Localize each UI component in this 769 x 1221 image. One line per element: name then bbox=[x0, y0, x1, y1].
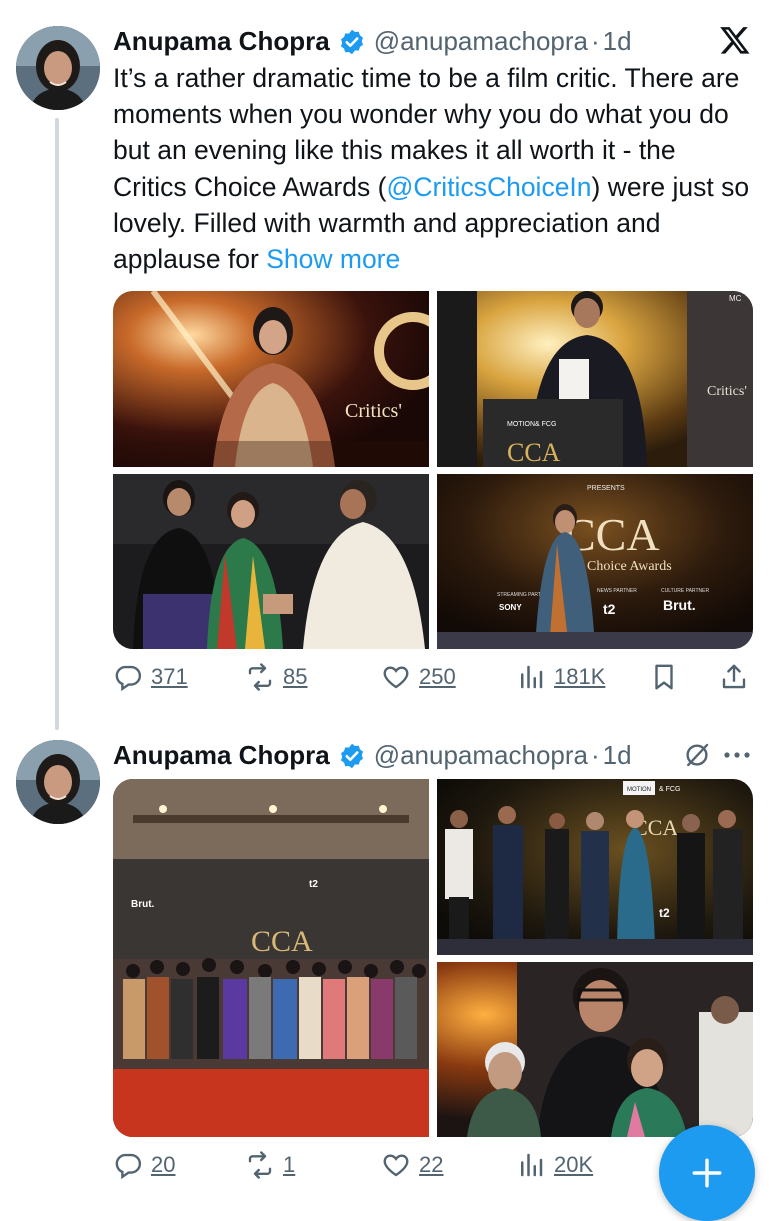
photo-text-mc: MC bbox=[729, 294, 742, 303]
author-handle[interactable]: @anupamachopra bbox=[374, 26, 588, 57]
author-handle[interactable]: @anupamachopra bbox=[374, 740, 588, 771]
like-count: 22 bbox=[419, 1152, 444, 1177]
compose-plus-icon bbox=[692, 1158, 722, 1188]
tweet-photo-6[interactable]: MOTION & FCG CCA t2 bbox=[437, 779, 753, 955]
tweet-photo-5[interactable]: Brut. t2 CCA bbox=[113, 779, 429, 1137]
views-button[interactable]: 20K bbox=[516, 1150, 593, 1180]
photo-text-cca: CCA bbox=[507, 438, 561, 467]
reply-count: 371 bbox=[151, 664, 188, 689]
like-count: 250 bbox=[419, 664, 456, 689]
like-button[interactable]: 250 bbox=[381, 662, 456, 692]
photo-text-motion-2: MOTION bbox=[627, 787, 651, 793]
tweet-header: Anupama Chopra @anupamachopra · 1d bbox=[113, 740, 632, 771]
bookmark-button[interactable] bbox=[649, 662, 687, 692]
reply-button[interactable]: 371 bbox=[113, 662, 188, 692]
author-name[interactable]: Anupama Chopra bbox=[113, 740, 330, 771]
timestamp[interactable]: 1d bbox=[603, 740, 632, 771]
views-button[interactable]: 181K bbox=[516, 662, 605, 692]
tweet-header: Anupama Chopra @anupamachopra · 1d bbox=[113, 26, 632, 57]
photo-text-brut-2: Brut. bbox=[131, 899, 155, 910]
tweet-text: It’s a rather dramatic time to be a film… bbox=[113, 60, 753, 277]
bookmark-icon bbox=[655, 664, 673, 690]
reply-icon bbox=[115, 1153, 142, 1180]
photo-text-presents: PRESENTS bbox=[587, 485, 625, 492]
photo-text-cca-3: CCA bbox=[251, 925, 313, 958]
photo-text-choice-awards: Choice Awards bbox=[587, 559, 672, 574]
author-name[interactable]: Anupama Chopra bbox=[113, 26, 330, 57]
grok-icon[interactable] bbox=[682, 740, 712, 770]
views-icon bbox=[521, 1153, 543, 1177]
repost-count: 85 bbox=[283, 664, 308, 689]
views-count: 181K bbox=[554, 664, 606, 689]
share-button[interactable] bbox=[719, 662, 757, 692]
photo-text-t2-2: t2 bbox=[309, 879, 318, 890]
tweet-photo-2[interactable]: MC Critics' MOTION & FCG CCA bbox=[437, 291, 753, 467]
photo-text-sony: SONY bbox=[499, 603, 522, 612]
like-icon bbox=[383, 1154, 409, 1177]
verified-badge-icon bbox=[338, 742, 366, 770]
tweet-actions: 20 1 22 20K bbox=[113, 1150, 753, 1190]
show-more-link[interactable]: Show more bbox=[266, 244, 400, 274]
compose-button[interactable] bbox=[659, 1125, 755, 1221]
more-icon[interactable] bbox=[722, 742, 752, 768]
photo-text-culture: CULTURE PARTNER bbox=[661, 588, 709, 594]
views-count: 20K bbox=[554, 1152, 594, 1177]
repost-icon bbox=[248, 663, 272, 691]
photo-text-critics-2: Critics' bbox=[707, 384, 747, 399]
tweet-photo-3[interactable] bbox=[113, 474, 429, 649]
repost-icon bbox=[248, 1151, 272, 1179]
reply-icon bbox=[115, 665, 142, 692]
photo-text-news: NEWS PARTNER bbox=[597, 588, 637, 594]
photo-text-t2: t2 bbox=[603, 601, 616, 617]
photo-text-fcg: & FCG bbox=[535, 421, 556, 428]
verified-badge-icon bbox=[338, 28, 366, 56]
mention-link[interactable]: @CriticsChoiceIn bbox=[386, 172, 591, 202]
tweet-photo-7[interactable] bbox=[437, 962, 753, 1137]
reply-button[interactable]: 20 bbox=[113, 1150, 175, 1180]
tweet-actions: 371 85 250 181K bbox=[113, 662, 753, 702]
photo-text-brut: Brut. bbox=[663, 597, 696, 613]
like-button[interactable]: 22 bbox=[381, 1150, 443, 1180]
separator-dot: · bbox=[591, 740, 600, 770]
reply-count: 20 bbox=[151, 1152, 176, 1177]
tweet-photo-4[interactable]: PRESENTS CCA Choice Awards STREAMING PAR… bbox=[437, 474, 753, 649]
photo-text-critics: Critics' bbox=[345, 400, 402, 422]
avatar[interactable] bbox=[16, 740, 100, 824]
repost-button[interactable]: 85 bbox=[245, 662, 307, 692]
like-icon bbox=[383, 666, 409, 689]
repost-count: 1 bbox=[283, 1152, 296, 1177]
timestamp[interactable]: 1d bbox=[603, 26, 632, 57]
photo-text-t2-3: t2 bbox=[659, 906, 670, 920]
tweet-photo-1[interactable]: Critics' bbox=[113, 291, 429, 467]
repost-button[interactable]: 1 bbox=[245, 1150, 295, 1180]
separator-dot: · bbox=[591, 26, 600, 56]
photo-text-motion: MOTION bbox=[507, 421, 535, 428]
avatar[interactable] bbox=[16, 26, 100, 110]
photo-text-fcg-2: & FCG bbox=[659, 786, 680, 793]
x-logo-icon bbox=[718, 24, 752, 56]
views-icon bbox=[521, 665, 543, 689]
share-icon bbox=[722, 664, 746, 689]
thread-line bbox=[55, 118, 59, 730]
